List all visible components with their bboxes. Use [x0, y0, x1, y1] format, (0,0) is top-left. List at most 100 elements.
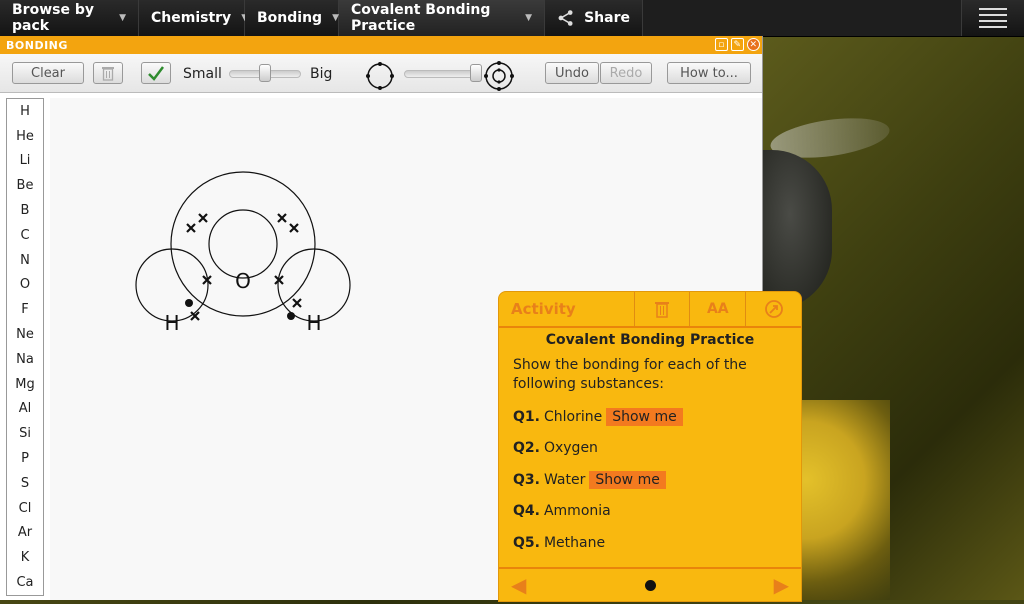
oxygen-inner-shell — [208, 209, 278, 279]
nav-label: Covalent Bonding Practice — [351, 2, 491, 34]
element-item[interactable]: Be — [7, 173, 43, 198]
trash-icon — [102, 67, 114, 81]
hamburger-menu-icon[interactable] — [961, 0, 1024, 36]
question-item: Q4. Ammonia — [513, 496, 787, 528]
question-item: Q5. Methane — [513, 527, 787, 559]
element-item[interactable]: Ar — [7, 521, 43, 546]
show-me-button[interactable]: Show me — [589, 470, 666, 489]
question-number: Q4. — [513, 503, 540, 520]
circle-arrow-icon — [764, 300, 783, 318]
font-size-icon: AA — [706, 301, 729, 317]
share-icon — [558, 10, 573, 26]
activity-tab-label: Activity — [511, 300, 576, 318]
single-shell-icon[interactable] — [364, 60, 396, 92]
nav-browse-by-pack[interactable]: Browse by pack ▼ — [0, 0, 139, 36]
question-item: Q2. Oxygen — [513, 433, 787, 465]
small-label: Small — [183, 66, 222, 82]
element-item[interactable]: B — [7, 198, 43, 223]
question-list: Q1. Chlorine Show me Q2. Oxygen Q3. Water Show … — [513, 401, 787, 559]
question-text: Methane — [543, 534, 606, 551]
element-item[interactable]: Na — [7, 347, 43, 372]
question-text: Water — [543, 471, 586, 488]
element-item[interactable]: C — [7, 223, 43, 248]
hydrogen-right-electron — [287, 312, 295, 320]
element-item[interactable]: N — [7, 248, 43, 273]
question-text: Oxygen — [543, 440, 598, 457]
nav-covalent-bonding-practice[interactable]: Covalent Bonding Practice ▼ — [339, 0, 545, 36]
nav-label: Chemistry — [151, 10, 232, 26]
redo-label: Redo — [609, 65, 643, 81]
question-text: Ammonia — [543, 503, 611, 520]
next-arrow-icon[interactable]: ▶ — [774, 573, 789, 597]
element-item[interactable]: Cl — [7, 496, 43, 521]
element-item[interactable]: K — [7, 545, 43, 570]
shell-slider-thumb[interactable] — [470, 64, 482, 82]
undo-button[interactable]: Undo — [545, 62, 599, 84]
activity-description: Show the bonding for each of the followi… — [513, 357, 747, 392]
clear-button[interactable]: Clear — [12, 62, 84, 84]
caret-down-icon: ▼ — [525, 13, 532, 23]
activity-rewind-button[interactable] — [746, 292, 801, 326]
caret-down-icon: ▼ — [332, 13, 339, 23]
trash-button[interactable] — [93, 62, 123, 84]
previous-arrow-icon[interactable]: ◀ — [511, 573, 526, 597]
question-item: Q3. Water Show me — [513, 464, 787, 496]
element-item[interactable]: O — [7, 273, 43, 298]
toolbar: Clear Small Big Undo Redo How to... — [0, 54, 762, 93]
big-label: Big — [310, 66, 333, 82]
element-item[interactable]: F — [7, 297, 43, 322]
activity-trash-button[interactable] — [635, 292, 691, 326]
nav-chemistry[interactable]: Chemistry ▼ — [139, 0, 248, 36]
activity-tab[interactable]: Activity — [499, 292, 635, 326]
share-label: Share — [584, 10, 630, 26]
nav-label: Bonding — [257, 10, 323, 26]
double-shell-icon[interactable] — [482, 59, 516, 93]
window-title: BONDING — [6, 38, 68, 52]
element-item[interactable]: Si — [7, 421, 43, 446]
show-labels-toggle[interactable] — [141, 62, 171, 84]
element-palette: H He Li Be B C N O F Ne Na Mg Al Si P S Cl Ar K Ca — [6, 98, 44, 596]
shell-slider-track[interactable] — [404, 70, 480, 78]
window-title-bar: BONDING ▫ ✎ ✕ — [0, 36, 762, 54]
share-button[interactable]: Share — [545, 0, 643, 36]
activity-header: Activity AA — [499, 292, 801, 328]
element-item[interactable]: Al — [7, 397, 43, 422]
question-number: Q5. — [513, 534, 540, 551]
element-item[interactable]: P — [7, 446, 43, 471]
caret-down-icon: ▼ — [119, 13, 126, 23]
close-window-icon[interactable]: ✕ — [747, 38, 760, 51]
how-to-label: How to... — [680, 65, 738, 81]
oxygen-label: O — [235, 269, 251, 293]
size-slider-thumb[interactable] — [259, 64, 271, 82]
question-number: Q2. — [513, 440, 540, 457]
nav-bonding[interactable]: Bonding ▼ — [245, 0, 339, 36]
element-item[interactable]: He — [7, 124, 43, 149]
element-item[interactable]: Ca — [7, 570, 43, 595]
element-item[interactable]: Ne — [7, 322, 43, 347]
font-size-button[interactable]: AA — [690, 292, 747, 326]
nav-label: Browse by pack — [12, 2, 94, 34]
activity-title: Covalent Bonding Practice — [545, 332, 755, 348]
checkmark-icon — [148, 66, 164, 81]
element-item[interactable]: Li — [7, 149, 43, 174]
edit-window-icon[interactable]: ✎ — [731, 38, 744, 51]
hydrogen-left-label: H — [164, 311, 179, 335]
redo-button[interactable]: Redo — [600, 62, 652, 84]
question-number: Q3. — [513, 471, 540, 488]
how-to-button[interactable]: How to... — [667, 62, 751, 84]
element-item[interactable]: Mg — [7, 372, 43, 397]
top-nav-bar: Browse by pack ▼ Chemistry ▼ Bonding ▼ C… — [0, 0, 1024, 37]
show-me-button[interactable]: Show me — [606, 407, 683, 426]
question-text: Chlorine — [543, 408, 603, 425]
clear-label: Clear — [31, 65, 65, 81]
activity-footer: ◀ ▶ — [499, 567, 801, 601]
restore-window-icon[interactable]: ▫ — [715, 38, 728, 51]
question-number: Q1. — [513, 408, 540, 425]
question-item: Q1. Chlorine Show me — [513, 401, 787, 433]
hydrogen-left-electron — [185, 299, 193, 307]
page-indicator-dot — [644, 579, 656, 591]
trash-icon — [654, 302, 669, 318]
element-item[interactable]: H — [7, 99, 43, 124]
element-item[interactable]: S — [7, 471, 43, 496]
hydrogen-right-label: H — [306, 311, 321, 335]
